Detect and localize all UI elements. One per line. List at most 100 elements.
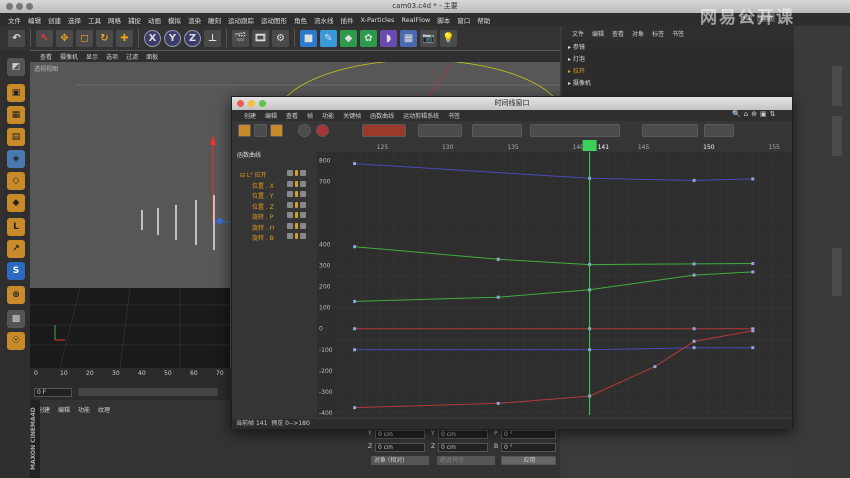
tweak-icon[interactable]: ↗ (7, 240, 25, 258)
track-icons[interactable] (287, 180, 313, 188)
object-menu-item[interactable]: 标签 (652, 29, 664, 38)
home-icon[interactable]: ⌂ (744, 110, 748, 118)
y-axis-lock[interactable]: Y (164, 29, 181, 47)
scale-icon[interactable]: ◻ (76, 29, 93, 47)
frame-field[interactable]: 0 F (34, 388, 72, 397)
deformer-icon[interactable]: ◗ (380, 29, 397, 47)
viewport-menu-item[interactable]: 摄像机 (60, 52, 78, 61)
track-icons[interactable] (287, 233, 313, 240)
size-z-field[interactable]: 0 cm (438, 443, 488, 452)
apply-button[interactable]: 应用 (501, 456, 556, 465)
menu-item[interactable]: 雕刻 (208, 15, 221, 25)
timeline-menu-item[interactable]: 运动剪辑系统 (403, 111, 439, 120)
track-icons[interactable] (287, 201, 313, 209)
menu-item[interactable]: X-Particles (361, 16, 395, 24)
material-menu-item[interactable]: 编辑 (58, 405, 70, 414)
object-row[interactable]: ▸ 拉开 (568, 66, 585, 75)
size-y-field[interactable]: 0 cm (438, 430, 488, 439)
rotate-icon[interactable]: ↻ (96, 29, 113, 47)
interpolation-group[interactable] (418, 124, 462, 137)
menu-item[interactable]: 创建 (48, 15, 61, 25)
pen-icon[interactable]: ✎ (320, 29, 337, 47)
menu-item[interactable]: RealFlow (401, 16, 430, 24)
lock-group[interactable] (642, 124, 698, 137)
polygons-mode-icon[interactable]: ◆ (7, 194, 25, 212)
texture-mode-icon[interactable]: ▦ (7, 106, 25, 124)
timeline-menu-item[interactable]: 创建 (244, 111, 256, 120)
menu-item[interactable]: 工具 (88, 15, 101, 25)
menu-item[interactable]: 文件 (8, 15, 21, 25)
track-row[interactable]: 旋转 . H (232, 222, 317, 233)
track-row[interactable]: 旋转 . B (232, 233, 317, 243)
track-row[interactable]: 旋转 . P (232, 212, 317, 222)
floor-icon[interactable]: ▦ (400, 29, 417, 47)
f-curve-graph[interactable]: 125 130 135 140 141 145 150 155 800 700 400 300 200 1… (317, 140, 792, 418)
model-mode-icon[interactable]: ▣ (7, 84, 25, 102)
track-row[interactable]: 位置 . X (232, 180, 317, 191)
close-icon[interactable] (237, 100, 244, 107)
lock-icon[interactable]: ▩ (7, 310, 25, 328)
menu-item[interactable]: 帮助 (477, 15, 490, 25)
auto-key-icon[interactable] (316, 124, 329, 137)
object-row[interactable]: ▸ 参镜 (568, 42, 585, 51)
x-axis-lock[interactable]: X (144, 29, 161, 47)
coord-mode-select[interactable]: 对象 (相对) (371, 456, 429, 465)
coord-system-icon[interactable]: ⊥ (204, 29, 221, 47)
menu-item[interactable]: 网格 (108, 15, 121, 25)
menu-item[interactable]: 插件 (341, 15, 354, 25)
material-menu-item[interactable]: 纹理 (98, 405, 110, 414)
f-curve-mode-icon[interactable] (254, 124, 267, 137)
menu-item[interactable]: 动画 (148, 15, 161, 25)
menu-item[interactable]: 渲染 (188, 15, 201, 25)
rot-b-field[interactable]: 0 ° (501, 443, 556, 452)
tool-icon[interactable]: ◩ (7, 58, 25, 76)
move-icon[interactable]: ✥ (56, 29, 73, 47)
sculpt-icon[interactable]: ☉ (7, 332, 25, 350)
timeline-range-slider[interactable] (78, 388, 218, 396)
menu-item[interactable]: 流水线 (314, 15, 334, 25)
timeline-menu-item[interactable]: 功能 (322, 111, 334, 120)
track-icons[interactable] (287, 191, 313, 198)
coord-z-field[interactable]: 0 cm (375, 443, 425, 452)
minimize-icon[interactable] (248, 100, 255, 107)
snap-icon[interactable]: S (7, 262, 25, 280)
timeline-menu-item[interactable]: 查看 (286, 111, 298, 120)
menu-item[interactable]: 运动跟踪 (228, 15, 254, 25)
undo-icon[interactable]: ↶ (8, 29, 25, 47)
axis-icon[interactable]: L (7, 218, 25, 236)
side-tab[interactable] (832, 66, 842, 106)
menu-item[interactable]: 窗口 (457, 15, 470, 25)
viewport-menu-item[interactable]: 显示 (86, 52, 98, 61)
points-mode-icon[interactable]: ◈ (7, 150, 25, 168)
render-picture-viewer-icon[interactable]: 🎞 (252, 29, 269, 47)
side-tab[interactable] (832, 248, 842, 296)
rot-p-field[interactable]: 0 ° (501, 430, 556, 439)
object-menu-item[interactable]: 书签 (672, 29, 684, 38)
workplane-icon[interactable]: ▤ (7, 128, 25, 146)
object-menu-item[interactable]: 查看 (612, 29, 624, 38)
edges-mode-icon[interactable]: ◇ (7, 172, 25, 190)
cloner-icon[interactable]: ✿ (360, 29, 377, 47)
light-icon[interactable]: 💡 (440, 29, 457, 47)
object-row[interactable]: ▸ 灯泡 (568, 54, 585, 63)
search-icon[interactable]: 🔍 (732, 110, 741, 118)
zoom-in-icon[interactable]: ⊕ (751, 110, 757, 118)
menu-item[interactable]: 运动图形 (261, 15, 287, 25)
arrows-icon[interactable]: ⇅ (770, 110, 776, 118)
timeline-menu-item[interactable]: 关键帧 (343, 111, 361, 120)
tangent-group[interactable] (472, 124, 522, 137)
snap-group[interactable] (704, 124, 734, 137)
camera-icon[interactable]: 📷 (420, 29, 437, 47)
menu-item[interactable]: 模拟 (168, 15, 181, 25)
magnet-icon[interactable]: ⊗ (7, 286, 25, 304)
timeline-menu-item[interactable]: 帧 (307, 111, 313, 120)
menu-item[interactable]: 编辑 (28, 15, 41, 25)
timeline-menu-item[interactable]: 书签 (448, 111, 460, 120)
timeline-ruler[interactable]: 0 10 20 30 40 50 60 70 0 F (30, 368, 230, 400)
close-window-icon[interactable] (6, 3, 13, 10)
menu-item[interactable]: 角色 (294, 15, 307, 25)
break-tangent-group[interactable] (530, 124, 620, 137)
size-mode-select[interactable]: 绝对尺寸 (437, 456, 495, 465)
track-icons[interactable] (287, 222, 313, 230)
motion-mode-icon[interactable] (270, 124, 283, 137)
